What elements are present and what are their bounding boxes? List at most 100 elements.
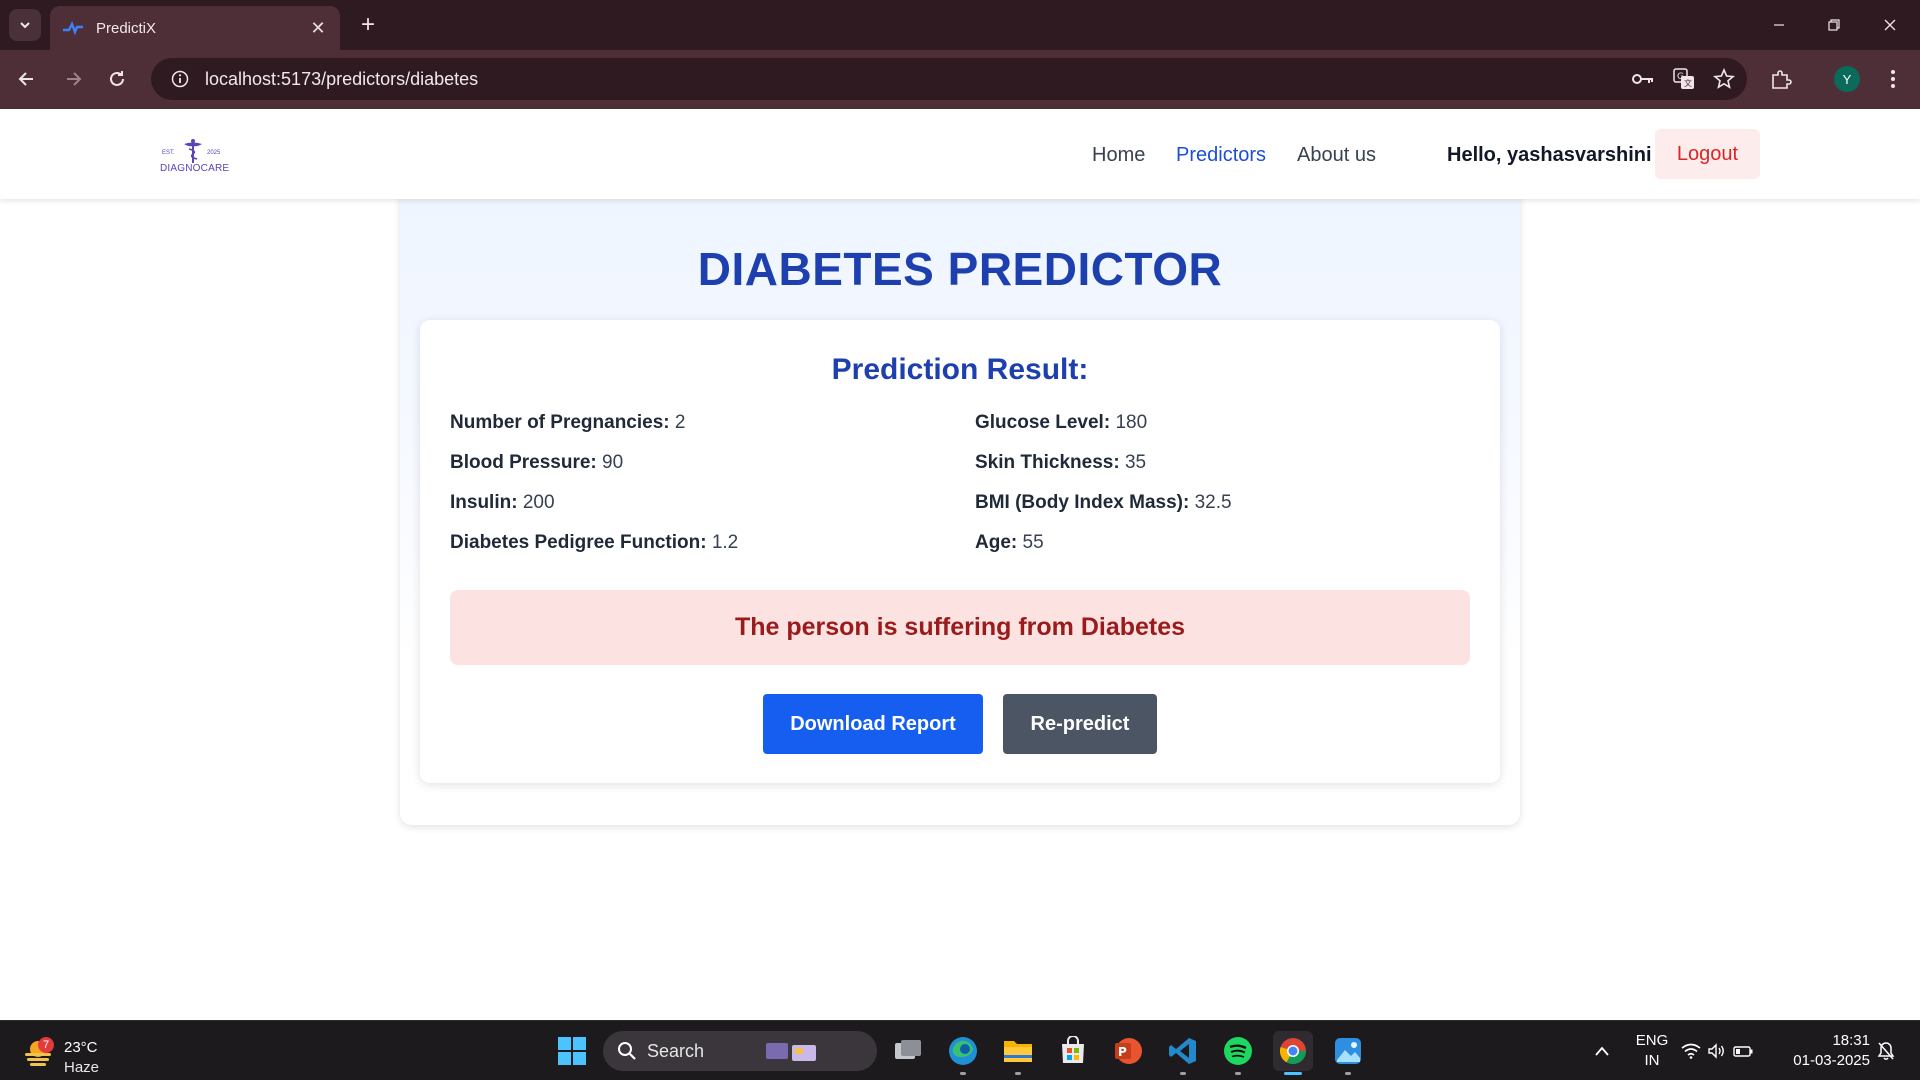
reload-button[interactable] — [100, 62, 134, 96]
site-info-icon[interactable] — [159, 70, 201, 88]
photos-icon — [1335, 1038, 1361, 1064]
browser-toolbar: localhost:5173/predictors/diabetes G文 Y — [0, 50, 1920, 109]
repredict-button[interactable]: Re-predict — [1003, 694, 1157, 754]
field-value: 32.5 — [1194, 492, 1232, 513]
profile-button[interactable]: Y — [1830, 62, 1864, 96]
field-label: BMI (Body Index Mass): — [975, 492, 1190, 513]
search-highlight-icon — [766, 1043, 817, 1061]
field-value: 180 — [1115, 412, 1148, 433]
field-glucose: Glucose Level: 180 — [975, 412, 1147, 434]
running-indicator — [1015, 1072, 1021, 1075]
clock-date[interactable]: 01-03-2025 — [1780, 1052, 1870, 1069]
running-indicator — [960, 1072, 966, 1075]
svg-text:P: P — [1118, 1045, 1127, 1059]
running-indicator — [1284, 1072, 1302, 1075]
arrow-left-icon — [18, 72, 33, 86]
start-button[interactable] — [552, 1031, 592, 1071]
field-value: 55 — [1022, 532, 1044, 553]
taskbar-powerpoint[interactable]: P — [1108, 1031, 1148, 1071]
field-age: Age: 55 — [975, 532, 1044, 554]
forward-button[interactable] — [56, 62, 90, 96]
field-label: Skin Thickness: — [975, 452, 1120, 473]
field-blood-pressure: Blood Pressure: 90 — [450, 452, 623, 474]
taskbar-photos[interactable] — [1328, 1031, 1368, 1075]
taskbar-vscode[interactable] — [1163, 1031, 1203, 1075]
bookmark-star-icon[interactable] — [1713, 68, 1735, 90]
more-vertical-icon — [1891, 70, 1895, 88]
notifications-button[interactable] — [1868, 1031, 1904, 1071]
field-value: 2 — [674, 412, 686, 433]
field-value: 1.2 — [711, 532, 739, 553]
field-value: 200 — [522, 492, 555, 513]
edge-icon — [949, 1037, 977, 1065]
extensions-button[interactable] — [1764, 62, 1798, 96]
new-tab-button[interactable]: + — [352, 9, 384, 41]
task-view-icon — [895, 1040, 921, 1059]
download-report-button[interactable]: Download Report — [763, 694, 983, 754]
battery-icon — [1733, 1046, 1753, 1057]
nav-predictors[interactable]: Predictors — [1176, 144, 1266, 167]
field-bmi: BMI (Body Index Mass): 32.5 — [975, 492, 1232, 514]
weather-alert-badge: 7 — [38, 1037, 54, 1053]
key-icon[interactable] — [1631, 69, 1655, 89]
nav-about-us[interactable]: About us — [1297, 144, 1376, 167]
close-tab-icon[interactable]: ✕ — [308, 18, 328, 39]
weather-widget[interactable]: 7 23°C Haze — [20, 1029, 130, 1076]
app-header: EST. 2025 DIAGNOCARE Home Predictors Abo… — [0, 109, 1920, 199]
field-label: Insulin: — [450, 492, 518, 513]
volume-icon — [1708, 1043, 1724, 1059]
translate-icon[interactable]: G文 — [1673, 68, 1695, 90]
spotify-icon — [1224, 1037, 1252, 1065]
logo-est-text: EST. — [162, 150, 175, 156]
taskbar-microsoft-store[interactable] — [1053, 1031, 1093, 1071]
taskbar-edge[interactable] — [943, 1031, 983, 1075]
logo-name-text: DIAGNOCARE — [160, 163, 230, 174]
chevron-down-icon — [20, 22, 30, 29]
search-label: Search — [647, 1040, 705, 1061]
clock-time[interactable]: 18:31 — [1780, 1032, 1870, 1049]
avatar: Y — [1834, 66, 1860, 92]
quick-settings-button[interactable] — [1677, 1031, 1757, 1071]
windows-logo-icon — [558, 1037, 586, 1065]
field-label: Diabetes Pedigree Function: — [450, 532, 707, 553]
address-bar[interactable]: localhost:5173/predictors/diabetes G文 — [151, 58, 1747, 100]
browser-menu-button[interactable] — [1876, 62, 1910, 96]
arrow-right-icon — [67, 72, 82, 86]
minimize-icon — [1774, 24, 1784, 26]
caduceus-icon — [184, 139, 202, 163]
prediction-verdict-banner: The person is suffering from Diabetes — [450, 590, 1470, 665]
taskbar-chrome[interactable] — [1273, 1031, 1313, 1075]
restore-icon — [1828, 19, 1840, 31]
url-text[interactable]: localhost:5173/predictors/diabetes — [205, 69, 478, 90]
field-pregnancies: Number of Pregnancies: 2 — [450, 412, 685, 434]
reload-icon — [110, 71, 124, 86]
restore-window-button[interactable] — [1806, 0, 1862, 50]
svg-text:G: G — [1677, 72, 1684, 82]
region-indicator[interactable]: IN — [1634, 1052, 1670, 1069]
language-indicator[interactable]: ENG — [1634, 1032, 1670, 1049]
minimize-window-button[interactable] — [1751, 0, 1807, 50]
show-hidden-icons-button[interactable] — [1582, 1031, 1622, 1071]
taskbar-search-box[interactable]: Search — [603, 1031, 877, 1071]
favicon-icon — [62, 20, 84, 36]
close-window-button[interactable] — [1862, 0, 1918, 50]
diagnocare-logo[interactable]: EST. 2025 DIAGNOCARE — [158, 138, 230, 180]
chevron-up-icon — [1595, 1046, 1609, 1056]
field-label: Age: — [975, 532, 1018, 553]
field-value: 90 — [602, 452, 624, 473]
field-label: Glucose Level: — [975, 412, 1111, 433]
taskbar-file-explorer[interactable] — [998, 1031, 1038, 1075]
logout-button[interactable]: Logout — [1655, 129, 1760, 179]
task-view-button[interactable] — [888, 1031, 928, 1071]
tab-search-button[interactable] — [9, 9, 41, 41]
running-indicator — [1180, 1072, 1186, 1075]
browser-tab-active[interactable]: PredictiX ✕ — [50, 6, 340, 50]
address-bar-actions: G文 — [1631, 58, 1735, 100]
page-title: DIABETES PREDICTOR — [697, 243, 1223, 295]
field-insulin: Insulin: 200 — [450, 492, 555, 514]
back-button[interactable] — [10, 62, 44, 96]
nav-home[interactable]: Home — [1092, 144, 1145, 167]
windows-taskbar: 7 23°C Haze Search P ENG IN 18:31 01-03-… — [0, 1020, 1920, 1080]
taskbar-spotify[interactable] — [1218, 1031, 1258, 1075]
close-icon — [1884, 19, 1896, 31]
